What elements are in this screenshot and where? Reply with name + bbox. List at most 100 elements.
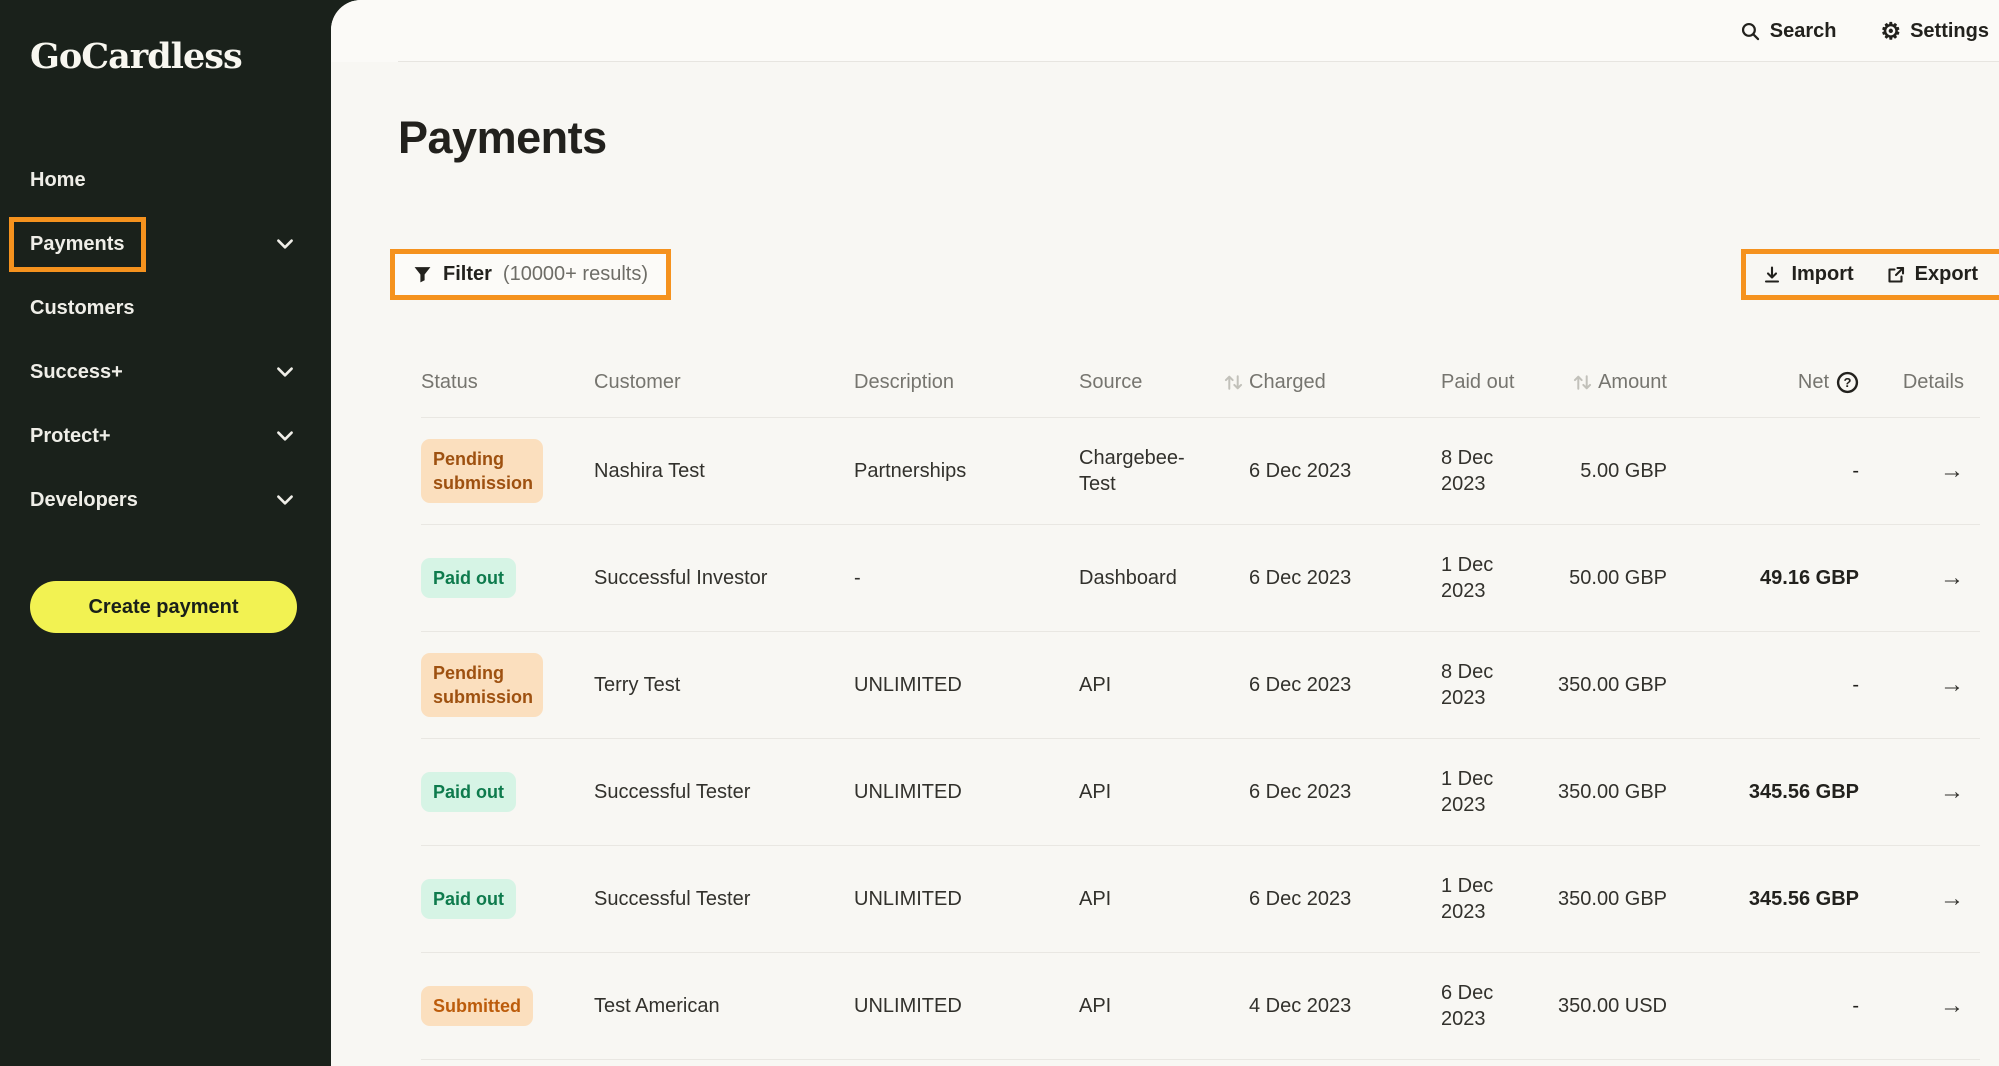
- table-row[interactable]: Paid out Successful Tester UNLIMITED API…: [421, 739, 1980, 846]
- source-cell: Chargebee-Test: [1079, 445, 1223, 497]
- amount-cell: 5.00 GBP: [1551, 458, 1667, 484]
- customer-cell: Successful Tester: [594, 886, 854, 912]
- table-header-row: Status Customer Description Source Charg…: [421, 348, 1980, 418]
- source-cell: API: [1079, 886, 1223, 912]
- description-cell: UNLIMITED: [854, 886, 1079, 912]
- status-cell: Paid out: [421, 772, 594, 812]
- charged-cell: 4 Dec 2023: [1223, 993, 1390, 1019]
- sidebar-item-customers[interactable]: Customers: [0, 276, 331, 340]
- charged-cell: 6 Dec 2023: [1223, 779, 1390, 805]
- sidebar-item-label: Developers: [30, 489, 138, 512]
- status-badge: Paid out: [421, 558, 516, 598]
- charged-cell: 6 Dec 2023: [1223, 672, 1390, 698]
- table-row[interactable]: Submitted Test American UNLIMITED API 4 …: [421, 953, 1980, 1060]
- filter-button[interactable]: Filter (10000+ results): [395, 254, 666, 295]
- payments-table: Status Customer Description Source Charg…: [421, 348, 1980, 1060]
- paid-out-cell: 1 Dec 2023: [1390, 552, 1551, 604]
- chevron-down-icon: [274, 361, 296, 383]
- status-badge: Paid out: [421, 879, 516, 919]
- description-cell: UNLIMITED: [854, 779, 1079, 805]
- status-cell: Submitted: [421, 986, 594, 1026]
- sidebar-item-home[interactable]: Home: [0, 148, 331, 212]
- page-title: Payments: [398, 112, 1999, 164]
- chevron-down-icon: [274, 489, 296, 511]
- column-header-label: Amount: [1598, 371, 1667, 394]
- column-header-label: Charged: [1249, 371, 1326, 394]
- search-button[interactable]: Search: [1740, 20, 1837, 43]
- chevron-down-icon: [274, 233, 296, 255]
- external-link-icon: [1886, 265, 1906, 285]
- sidebar-item-payments[interactable]: Payments: [0, 212, 331, 276]
- amount-cell: 350.00 GBP: [1551, 779, 1667, 805]
- net-cell: -: [1667, 993, 1859, 1019]
- customer-cell: Test American: [594, 993, 854, 1019]
- import-export-highlight-box: Import Export: [1741, 249, 1999, 300]
- gear-icon: ⚙: [1880, 20, 1901, 43]
- net-cell: -: [1667, 458, 1859, 484]
- import-label: Import: [1791, 263, 1853, 286]
- column-header-net: Net ?: [1667, 371, 1859, 394]
- sidebar-item-label: Customers: [30, 297, 134, 320]
- net-cell: 49.16 GBP: [1667, 565, 1859, 591]
- paid-out-cell: 8 Dec 2023: [1390, 659, 1551, 711]
- sidebar-item-protect-plus[interactable]: Protect+: [0, 404, 331, 468]
- import-button[interactable]: Import: [1762, 263, 1853, 286]
- column-header-customer: Customer: [594, 371, 854, 394]
- amount-cell: 50.00 GBP: [1551, 565, 1667, 591]
- sidebar-item-label: Success+: [30, 361, 123, 384]
- row-details-arrow[interactable]: →: [1859, 990, 1980, 1021]
- column-header-description: Description: [854, 371, 1079, 394]
- sidebar-nav: Home Payments Customers Success+ Protect…: [0, 148, 331, 532]
- net-cell: -: [1667, 672, 1859, 698]
- net-cell: 345.56 GBP: [1667, 886, 1859, 912]
- description-cell: -: [854, 565, 1079, 591]
- topbar: Search ⚙ Settings: [331, 0, 1999, 62]
- sort-icon[interactable]: [1572, 372, 1593, 393]
- source-cell: API: [1079, 779, 1223, 805]
- column-header-source: Source: [1079, 371, 1223, 394]
- filter-results-count: (10000+ results): [503, 263, 648, 286]
- source-cell: API: [1079, 672, 1223, 698]
- net-cell: 345.56 GBP: [1667, 779, 1859, 805]
- table-row[interactable]: Paid out Successful Investor - Dashboard…: [421, 525, 1980, 632]
- status-badge: Submitted: [421, 986, 533, 1026]
- search-icon: [1740, 21, 1761, 42]
- customer-cell: Successful Tester: [594, 779, 854, 805]
- sidebar-item-developers[interactable]: Developers: [0, 468, 331, 532]
- table-row[interactable]: Pending submission Terry Test UNLIMITED …: [421, 632, 1980, 739]
- status-badge: Pending submission: [421, 439, 543, 504]
- description-cell: UNLIMITED: [854, 672, 1079, 698]
- customer-cell: Nashira Test: [594, 458, 854, 484]
- status-cell: Paid out: [421, 879, 594, 919]
- filter-icon: [413, 265, 432, 284]
- main-content: Search ⚙ Settings Payments Filter (10000…: [331, 0, 1999, 1066]
- row-details-arrow[interactable]: →: [1859, 669, 1980, 700]
- export-button[interactable]: Export: [1886, 263, 1978, 286]
- filter-label: Filter: [443, 263, 492, 286]
- charged-cell: 6 Dec 2023: [1223, 886, 1390, 912]
- create-payment-button[interactable]: Create payment: [30, 581, 297, 633]
- svg-text:?: ?: [1844, 375, 1852, 390]
- column-header-details: Details: [1859, 371, 1980, 394]
- source-cell: API: [1079, 993, 1223, 1019]
- column-header-amount[interactable]: Amount: [1551, 371, 1667, 394]
- row-details-arrow[interactable]: →: [1859, 455, 1980, 486]
- row-details-arrow[interactable]: →: [1859, 776, 1980, 807]
- amount-cell: 350.00 USD: [1551, 993, 1667, 1019]
- table-row[interactable]: Pending submission Nashira Test Partners…: [421, 418, 1980, 525]
- sort-icon[interactable]: [1223, 372, 1244, 393]
- sidebar: GoCardless Home Payments Customers Succe…: [0, 0, 331, 1066]
- search-label: Search: [1770, 20, 1837, 43]
- table-row[interactable]: Paid out Successful Tester UNLIMITED API…: [421, 846, 1980, 953]
- sidebar-item-success-plus[interactable]: Success+: [0, 340, 331, 404]
- column-header-charged[interactable]: Charged: [1223, 371, 1390, 394]
- row-details-arrow[interactable]: →: [1859, 562, 1980, 593]
- settings-button[interactable]: ⚙ Settings: [1880, 20, 1989, 43]
- status-cell: Paid out: [421, 558, 594, 598]
- status-cell: Pending submission: [421, 439, 594, 504]
- row-details-arrow[interactable]: →: [1859, 883, 1980, 914]
- toolbar: Filter (10000+ results) Import Export: [331, 249, 1999, 300]
- status-badge: Pending submission: [421, 653, 543, 718]
- help-question-icon[interactable]: ?: [1836, 371, 1859, 394]
- sidebar-item-label: Home: [30, 169, 86, 192]
